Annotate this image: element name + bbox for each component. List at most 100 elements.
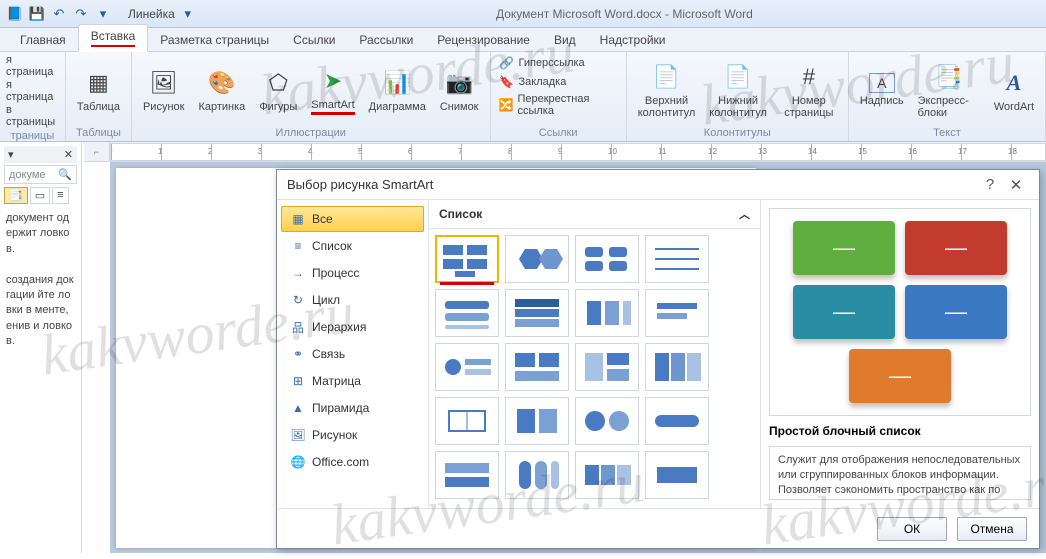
blank-page-label[interactable]: я страница [6,79,59,103]
gallery-thumb[interactable] [645,289,709,337]
gallery-thumb[interactable] [645,451,709,499]
horizontal-ruler[interactable]: 0123456789101112131415161718 [110,143,1046,161]
wordart-label: WordArt [994,101,1034,113]
shapes-icon: ⬠ [262,67,294,99]
ribbon-tabs: Главная Вставка Разметка страницы Ссылки… [0,28,1046,52]
cat-process[interactable]: →Процесс [281,260,424,286]
gallery-thumb[interactable] [435,343,499,391]
screenshot-button[interactable]: 📷Снимок [435,64,484,116]
gallery-thumb[interactable] [505,451,569,499]
window-title: Документ Microsoft Word.docx - Microsoft… [203,7,1046,21]
quickparts-button[interactable]: 📑Экспресс-блоки [913,58,985,122]
help-button[interactable]: ? [977,176,1003,193]
group-header-footer: 📄Верхний колонтитул 📄Нижний колонтитул #… [627,52,849,141]
tab-references[interactable]: Ссылки [281,29,347,51]
gallery-thumb[interactable] [505,235,569,283]
collapse-icon[interactable]: ︿ [739,206,750,222]
cat-cycle[interactable]: ↻Цикл [281,287,424,313]
navigation-pane: ▾✕ докуме 🔍 📑 ▭ ≡ документ одержит ловко… [0,142,82,553]
pagenum-button[interactable]: #Номер страницы [776,58,842,122]
shapes-button[interactable]: ⬠ Фигуры [254,64,302,116]
gallery-thumb[interactable] [645,235,709,283]
cat-matrix[interactable]: ⊞Матрица [281,368,424,394]
gallery-thumb[interactable] [435,451,499,499]
crossref-label: Перекрестная ссылка [517,93,617,117]
textbox-button[interactable]: AНадпись [855,70,909,110]
preview-desc: Служит для отображения непоследовательны… [769,446,1031,500]
gallery-thumb[interactable] [435,235,499,283]
cycle-icon: ↻ [290,292,306,308]
cat-relationship[interactable]: ⚭Связь [281,341,424,367]
picture-button[interactable]: 🖼Рисунок [138,64,190,116]
gallery-thumb[interactable] [505,397,569,445]
qat-ruler-label[interactable]: Линейка [128,7,175,21]
gallery-thumb[interactable] [505,343,569,391]
hyperlink-button[interactable]: 🔗Гиперссылка [497,54,587,72]
shapes-label: Фигуры [259,101,297,113]
undo-icon[interactable]: ↶ [50,5,68,23]
table-button[interactable]: ▦ Таблица [72,64,125,116]
screenshot-icon: 📷 [443,67,475,99]
tab-addins[interactable]: Надстройки [588,29,678,51]
ribbon: я страница я страница в страницы траницы… [0,52,1046,142]
list-icon: ≡ [290,238,306,254]
gallery-thumb[interactable] [645,343,709,391]
quick-access-toolbar: 📘 💾 ↶ ↷ ▾ Линейка ▾ [0,5,203,23]
footer-button[interactable]: 📄Нижний колонтитул [704,58,772,122]
cover-page-label[interactable]: я страница [6,54,59,78]
cat-pyramid[interactable]: ▲Пирамида [281,395,424,421]
search-icon: 🔍 [58,168,72,181]
save-icon[interactable]: 💾 [28,5,46,23]
qat-dropdown-icon[interactable]: ▾ [94,5,112,23]
cat-picture[interactable]: 🖼Рисунок [281,422,424,448]
gallery-thumb[interactable] [505,289,569,337]
header-label: Верхний колонтитул [638,95,696,119]
gallery-thumb[interactable] [645,397,709,445]
hyperlink-icon: 🔗 [499,55,515,71]
cat-all[interactable]: ▦Все [281,206,424,232]
gallery-thumb[interactable] [435,397,499,445]
nav-tab-results[interactable]: ≡ [52,187,68,204]
preview-block-5: — [849,349,951,403]
crossref-button[interactable]: 🔀Перекрестная ссылка [497,92,620,118]
gallery: Список ︿ [429,200,761,508]
nav-tab-headings[interactable]: 📑 [4,187,28,204]
tab-review[interactable]: Рецензирование [425,29,542,51]
dialog-footer: ОК Отмена [277,508,1039,548]
textbox-icon: A [869,73,895,93]
cat-list[interactable]: ≡Список [281,233,424,259]
qat-dropdown-icon-2[interactable]: ▾ [179,5,197,23]
smartart-button[interactable]: ➤SmartArt [306,62,359,118]
gallery-thumb[interactable] [575,343,639,391]
ruler-corner: ⌐ [84,142,110,162]
close-icon[interactable]: ✕ [64,148,73,161]
table-label: Таблица [77,101,120,113]
tab-view[interactable]: Вид [542,29,588,51]
close-button[interactable]: ✕ [1003,176,1029,194]
nav-search[interactable]: докуме 🔍 [4,165,77,184]
bookmark-button[interactable]: 🔖Закладка [497,73,569,91]
nav-tab-pages[interactable]: ▭ [30,187,50,204]
tab-home[interactable]: Главная [8,29,78,51]
gallery-thumb[interactable] [435,289,499,337]
title-bar: 📘 💾 ↶ ↷ ▾ Линейка ▾ Документ Microsoft W… [0,0,1046,28]
ok-button[interactable]: ОК [877,517,947,541]
gallery-thumb[interactable] [575,397,639,445]
tab-mailings[interactable]: Рассылки [347,29,425,51]
gallery-thumb[interactable] [575,451,639,499]
picture-icon: 🖼 [148,67,180,99]
page-break-label[interactable]: в страницы [6,104,59,128]
header-button[interactable]: 📄Верхний колонтитул [633,58,701,122]
gallery-thumb[interactable] [575,235,639,283]
cat-office[interactable]: 🌐Office.com [281,449,424,475]
redo-icon[interactable]: ↷ [72,5,90,23]
wordart-button[interactable]: AWordArt [989,64,1039,116]
tab-insert[interactable]: Вставка [78,24,149,52]
quickparts-icon: 📑 [933,61,965,93]
gallery-thumb[interactable] [575,289,639,337]
tab-page-layout[interactable]: Разметка страницы [148,29,281,51]
chart-button[interactable]: 📊Диаграмма [364,64,431,116]
cat-hierarchy[interactable]: 品Иерархия [281,314,424,340]
clipart-button[interactable]: 🎨Картинка [193,64,250,116]
cancel-button[interactable]: Отмена [957,517,1027,541]
